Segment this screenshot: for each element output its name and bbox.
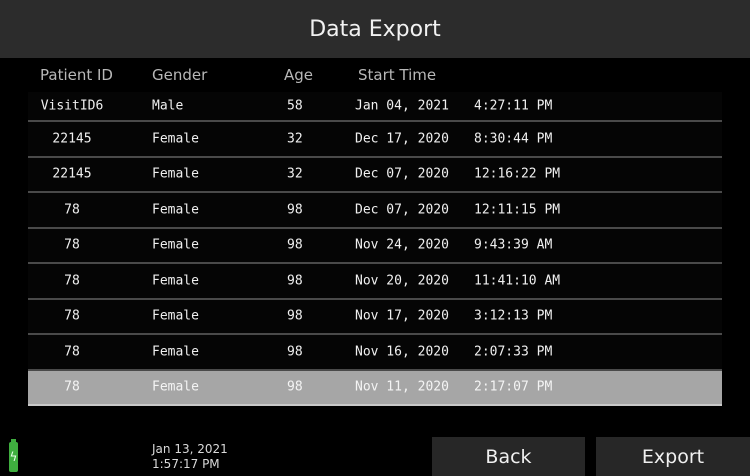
age-cell: 98 bbox=[287, 202, 303, 218]
date-cell: Nov 20, 2020 bbox=[355, 273, 449, 289]
battery-bolt-glyph: ϟ bbox=[9, 450, 18, 464]
table-row[interactable]: VisitID6 Male 58 Jan 04, 2021 4:27:11 PM bbox=[28, 92, 722, 122]
patient-id-cell: 78 bbox=[64, 379, 80, 395]
table-row[interactable]: 78 Female 98 Nov 20, 2020 11:41:10 AM bbox=[28, 264, 722, 300]
gender-cell: Female bbox=[152, 202, 199, 218]
table-row[interactable]: 78 Female 98 Dec 07, 2020 12:11:15 PM bbox=[28, 193, 722, 229]
table-header: Patient ID Gender Age Start Time bbox=[0, 58, 750, 92]
age-cell: 98 bbox=[287, 379, 303, 395]
gender-cell: Female bbox=[152, 308, 199, 324]
date-cell: Nov 17, 2020 bbox=[355, 308, 449, 324]
patient-id-cell: 78 bbox=[64, 308, 80, 324]
column-header-patient-id[interactable]: Patient ID bbox=[40, 66, 113, 84]
time-cell: 12:11:15 PM bbox=[474, 202, 561, 218]
date-cell: Dec 17, 2020 bbox=[355, 131, 449, 147]
gender-cell: Female bbox=[152, 273, 199, 289]
gender-cell: Female bbox=[152, 237, 199, 253]
table-row[interactable]: 22145 Female 32 Dec 17, 2020 8:30:44 PM bbox=[28, 122, 722, 158]
patient-id-cell: VisitID6 bbox=[40, 98, 104, 114]
age-cell: 32 bbox=[287, 131, 303, 147]
date-cell: Jan 04, 2021 bbox=[355, 98, 449, 114]
battery-charging-icon: ϟ bbox=[9, 439, 18, 472]
age-cell: 98 bbox=[287, 344, 303, 360]
age-cell: 98 bbox=[287, 308, 303, 324]
gender-cell: Female bbox=[152, 131, 199, 147]
table-row[interactable]: 78 Female 98 Nov 17, 2020 3:12:13 PM bbox=[28, 299, 722, 335]
time-cell: 4:27:11 PM bbox=[474, 98, 553, 114]
current-datetime: Jan 13, 2021 1:57:17 PM bbox=[152, 442, 228, 472]
back-button[interactable]: Back bbox=[432, 437, 585, 476]
page-title: Data Export bbox=[309, 16, 441, 42]
date-cell: Nov 11, 2020 bbox=[355, 379, 449, 395]
gender-cell: Female bbox=[152, 344, 199, 360]
gender-cell: Male bbox=[152, 98, 184, 114]
column-header-age[interactable]: Age bbox=[284, 66, 313, 84]
gender-cell: Female bbox=[152, 166, 199, 182]
time-cell: 3:12:13 PM bbox=[474, 308, 553, 324]
time-cell: 2:17:07 PM bbox=[474, 379, 553, 395]
table-row[interactable]: 78 Female 98 Nov 24, 2020 9:43:39 AM bbox=[28, 228, 722, 264]
table-row[interactable]: 78 Female 98 Nov 11, 2020 2:17:07 PM bbox=[28, 370, 722, 406]
time-cell: 2:07:33 PM bbox=[474, 344, 553, 360]
current-time: 1:57:17 PM bbox=[152, 457, 220, 471]
column-header-start-time[interactable]: Start Time bbox=[358, 66, 436, 84]
column-header-gender[interactable]: Gender bbox=[152, 66, 207, 84]
patient-id-cell: 78 bbox=[64, 273, 80, 289]
time-cell: 8:30:44 PM bbox=[474, 131, 553, 147]
current-date: Jan 13, 2021 bbox=[152, 442, 228, 456]
table-row[interactable]: 22145 Female 32 Dec 07, 2020 12:16:22 PM bbox=[28, 157, 722, 193]
date-cell: Nov 16, 2020 bbox=[355, 344, 449, 360]
age-cell: 32 bbox=[287, 166, 303, 182]
time-cell: 12:16:22 PM bbox=[474, 166, 561, 182]
age-cell: 98 bbox=[287, 237, 303, 253]
patient-id-cell: 22145 bbox=[52, 166, 92, 182]
date-cell: Nov 24, 2020 bbox=[355, 237, 449, 253]
date-cell: Dec 07, 2020 bbox=[355, 166, 449, 182]
date-cell: Dec 07, 2020 bbox=[355, 202, 449, 218]
title-bar: Data Export bbox=[0, 0, 750, 58]
patient-id-cell: 78 bbox=[64, 344, 80, 360]
export-table: VisitID6 Male 58 Jan 04, 2021 4:27:11 PM 2214… bbox=[28, 92, 722, 406]
gender-cell: Female bbox=[152, 379, 199, 395]
time-cell: 11:41:10 AM bbox=[474, 273, 561, 289]
age-cell: 58 bbox=[287, 98, 303, 114]
patient-id-cell: 78 bbox=[64, 237, 80, 253]
patient-id-cell: 78 bbox=[64, 202, 80, 218]
time-cell: 9:43:39 AM bbox=[474, 237, 553, 253]
age-cell: 98 bbox=[287, 273, 303, 289]
export-button[interactable]: Export bbox=[596, 437, 750, 476]
patient-id-cell: 22145 bbox=[52, 131, 92, 147]
table-row[interactable]: 78 Female 98 Nov 16, 2020 2:07:33 PM bbox=[28, 335, 722, 371]
